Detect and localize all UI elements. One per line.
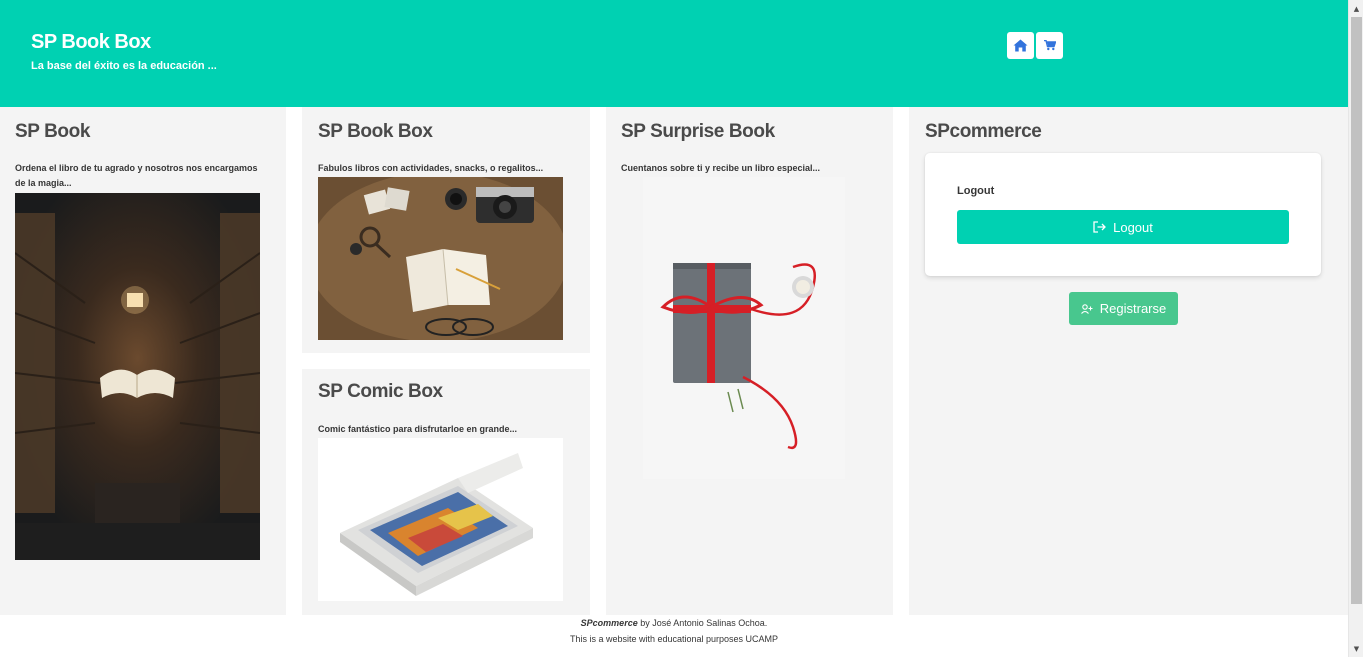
account-panel: SPcommerce Logout Logout Registrarse <box>909 107 1348 615</box>
card-title: SP Book <box>15 121 90 142</box>
card-description: Comic fantástico para disfrutarloe en gr… <box>318 424 518 434</box>
footer-byline: by José Antonio Salinas Ochoa. <box>637 618 768 628</box>
logout-card: Logout Logout <box>925 153 1321 276</box>
logout-button-label: Logout <box>1113 219 1153 235</box>
brand-title[interactable]: SP Book Box <box>31 31 151 54</box>
scroll-thumb[interactable] <box>1351 17 1362 604</box>
sign-out-icon <box>1093 221 1107 233</box>
scroll-up-arrow-icon[interactable]: ▲ <box>1349 0 1363 17</box>
page-scrollbar[interactable]: ▲ ▼ <box>1348 0 1363 657</box>
card-description: Cuentanos sobre ti y recibe un libro esp… <box>621 163 821 173</box>
card-description: Fabulos libros con actividades, snacks, … <box>318 163 544 173</box>
library-book-image <box>15 193 260 560</box>
card-title: SP Book Box <box>318 121 433 142</box>
card-title: SP Surprise Book <box>621 121 775 142</box>
product-card-sp-comic-box: SP Comic Box Comic fantástico para disfr… <box>302 369 590 615</box>
footer-note: This is a website with educational purpo… <box>569 634 779 644</box>
footer-credit: SPcommerce by José Antonio Salinas Ochoa… <box>0 615 1348 631</box>
user-plus-icon <box>1080 303 1093 314</box>
brand-subtitle: La base del éxito es la educación ... <box>31 60 217 72</box>
gift-book-image <box>643 177 845 479</box>
site-footer: SPcommerce by José Antonio Salinas Ochoa… <box>0 615 1348 647</box>
footer-brand: SPcommerce <box>580 618 638 628</box>
home-icon <box>1013 39 1028 52</box>
register-button-label: Registrarse <box>1099 301 1167 316</box>
product-card-sp-book-box: SP Book Box Fabulos libros con actividad… <box>302 107 590 353</box>
logout-label: Logout <box>957 185 995 197</box>
register-button[interactable]: Registrarse <box>1069 292 1178 325</box>
scroll-down-arrow-icon[interactable]: ▼ <box>1349 640 1363 657</box>
comic-box-image <box>318 438 563 601</box>
site-header: SP Book Box La base del éxito es la educ… <box>0 0 1348 107</box>
card-description: Ordena el libro de tu agrado y nosotros … <box>15 163 258 188</box>
home-button[interactable] <box>1007 32 1034 59</box>
panel-title: SPcommerce <box>925 121 1042 142</box>
notebook-camera-image <box>318 177 563 340</box>
logout-button[interactable]: Logout <box>957 210 1289 244</box>
card-title: SP Comic Box <box>318 381 443 402</box>
product-card-sp-surprise-book: SP Surprise Book Cuentanos sobre ti y re… <box>606 107 893 615</box>
cart-button[interactable] <box>1036 32 1063 59</box>
cart-icon <box>1043 40 1056 51</box>
product-card-sp-book: SP Book Ordena el libro de tu agrado y n… <box>0 107 286 615</box>
